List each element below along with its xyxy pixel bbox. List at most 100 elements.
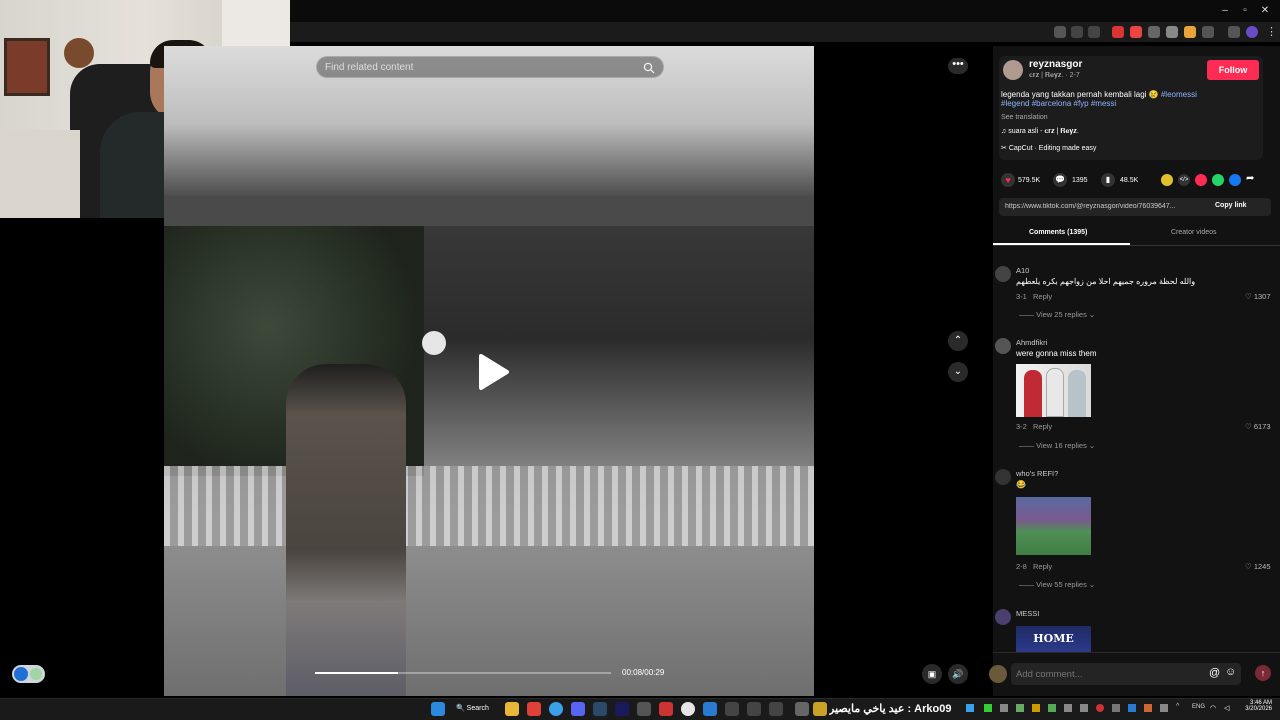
extension-icon[interactable] [1166, 26, 1178, 38]
tray-icon[interactable] [1128, 704, 1136, 712]
more-options-icon[interactable]: ••• [948, 58, 968, 74]
extension-icon[interactable] [1184, 26, 1196, 38]
facebook-icon[interactable] [1229, 174, 1241, 186]
view-replies[interactable]: —— View 25 replies ⌄ [1019, 310, 1095, 319]
taskbar-app-icon[interactable] [527, 702, 541, 716]
commenter-avatar[interactable] [995, 609, 1011, 625]
tray-icon[interactable] [984, 704, 992, 712]
taskbar-app-icon[interactable] [659, 702, 673, 716]
commenter-name[interactable]: A10 [1016, 266, 1029, 275]
comment-likes[interactable]: ♡ 1307 [1245, 292, 1271, 301]
progress-track[interactable] [315, 672, 611, 674]
volume-icon[interactable]: 🔊 [948, 664, 968, 684]
taskbar-search[interactable]: 🔍 Search [456, 700, 498, 718]
music-title[interactable]: suara asli - 𝐜𝐫𝐳 | 𝐑𝐞𝐲𝐳. [1008, 128, 1079, 135]
comment-likes[interactable]: ♡ 6173 [1245, 422, 1271, 431]
tray-icon[interactable] [1032, 704, 1040, 712]
commenter-avatar[interactable] [995, 338, 1011, 354]
tray-icon[interactable] [1144, 704, 1152, 712]
tray-icon[interactable] [1112, 704, 1120, 712]
close-icon[interactable]: ✕ [1258, 4, 1272, 18]
tray-icon[interactable] [1016, 704, 1024, 712]
whatsapp-icon[interactable] [1212, 174, 1224, 186]
view-replies[interactable]: —— View 55 replies ⌄ [1019, 580, 1095, 589]
tray-icon[interactable] [1048, 704, 1056, 712]
commenter-avatar[interactable] [995, 266, 1011, 282]
comment-image[interactable] [1016, 497, 1091, 555]
cast-icon[interactable] [1054, 26, 1066, 38]
commenter-name[interactable]: who's REFI? [1016, 469, 1058, 478]
like-heart-icon[interactable]: ♥ [1001, 173, 1015, 187]
comment-input[interactable] [1011, 663, 1201, 685]
comment-icon[interactable]: 💬 [1053, 173, 1067, 187]
taskbar-app-icon[interactable] [747, 702, 761, 716]
discord-icon[interactable] [571, 702, 585, 716]
start-icon[interactable] [431, 702, 445, 716]
previous-video-icon[interactable]: ⌃ [948, 331, 968, 351]
send-icon[interactable] [1195, 174, 1207, 186]
tray-icon[interactable] [966, 704, 974, 712]
bookmark-star-icon[interactable] [1088, 26, 1100, 38]
chrome-icon[interactable] [549, 702, 563, 716]
tray-icon[interactable] [1160, 704, 1168, 712]
tray-icon[interactable] [1080, 704, 1088, 712]
video-player[interactable]: 00:08/00:29 [164, 46, 814, 696]
zoom-icon[interactable] [1071, 26, 1083, 38]
mention-icon[interactable]: @ [1209, 667, 1220, 679]
volume-tray-icon[interactable]: ◁ [1224, 704, 1229, 712]
picture-in-picture-icon[interactable]: ▣ [922, 664, 942, 684]
extension-icon[interactable] [1148, 26, 1160, 38]
emoji-icon[interactable]: ☺ [1225, 666, 1236, 678]
commenter-avatar[interactable] [995, 469, 1011, 485]
tray-icon[interactable] [1096, 704, 1104, 712]
hashtag-links[interactable]: #legend #barcelona #fyp #messi [1001, 99, 1116, 108]
copy-link-button[interactable]: Copy link [1215, 202, 1247, 209]
share-friends-icon[interactable] [1161, 174, 1173, 186]
next-video-icon[interactable]: ⌄ [948, 362, 968, 382]
commenter-name[interactable]: MESSI [1016, 609, 1039, 618]
creator-avatar[interactable] [1003, 60, 1023, 80]
vscode-icon[interactable] [703, 702, 717, 716]
capcut-row[interactable]: ✂ CapCut · Editing made easy [1001, 144, 1096, 152]
follow-button[interactable]: Follow [1207, 60, 1259, 80]
tab-comments[interactable]: Comments (1395) [1029, 229, 1087, 236]
extension-icon[interactable] [1130, 26, 1142, 38]
search-icon[interactable] [643, 61, 655, 74]
hashtag-link[interactable]: #leomessi [1161, 90, 1197, 99]
share-arrow-icon[interactable]: ➦ [1246, 173, 1254, 184]
maximize-icon[interactable]: ▫ [1238, 4, 1252, 18]
comment-likes[interactable]: ♡ 1245 [1245, 562, 1271, 571]
tray-icon[interactable] [1064, 704, 1072, 712]
reply-link[interactable]: Reply [1033, 562, 1052, 571]
taskbar-app-icon[interactable] [637, 702, 651, 716]
file-explorer-icon[interactable] [505, 702, 519, 716]
find-related-search[interactable] [316, 56, 664, 78]
tray-icon[interactable] [1000, 704, 1008, 712]
post-comment-icon[interactable]: ↑ [1255, 665, 1271, 681]
play-icon[interactable] [475, 352, 511, 392]
search-input[interactable] [317, 57, 617, 78]
see-translation-link[interactable]: See translation [1001, 114, 1048, 121]
extension-icon[interactable] [1112, 26, 1124, 38]
floating-widget[interactable] [12, 665, 45, 683]
steam-icon[interactable] [593, 702, 607, 716]
commenter-name[interactable]: Ahmdfikri [1016, 338, 1047, 347]
wifi-icon[interactable]: ◠ [1210, 704, 1216, 712]
sidebar-icon[interactable] [1228, 26, 1240, 38]
minimize-icon[interactable]: – [1218, 4, 1232, 18]
tray-chevron-icon[interactable]: ^ [1176, 703, 1179, 710]
input-language[interactable]: ENG [1192, 704, 1205, 710]
music-row[interactable]: ♫ suara asli - 𝐜𝐫𝐳 | 𝐑𝐞𝐲𝐳. [1001, 128, 1079, 136]
taskbar-app-icon[interactable] [813, 702, 827, 716]
taskbar-app-icon[interactable] [795, 702, 809, 716]
bookmark-icon[interactable]: ▮ [1101, 173, 1115, 187]
creator-username[interactable]: reyznasgor [1029, 59, 1082, 70]
tab-creator-videos[interactable]: Creator videos [1171, 229, 1217, 236]
comment-image[interactable]: HOME [1016, 626, 1091, 652]
add-comment-field[interactable]: @ ☺ [1011, 663, 1241, 685]
view-replies[interactable]: —— View 16 replies ⌄ [1019, 441, 1095, 450]
reply-link[interactable]: Reply [1033, 292, 1052, 301]
capcut-text[interactable]: CapCut · Editing made easy [1009, 145, 1097, 152]
profile-avatar-icon[interactable] [1246, 26, 1258, 38]
browser-menu-icon[interactable]: ⋮ [1266, 25, 1277, 38]
